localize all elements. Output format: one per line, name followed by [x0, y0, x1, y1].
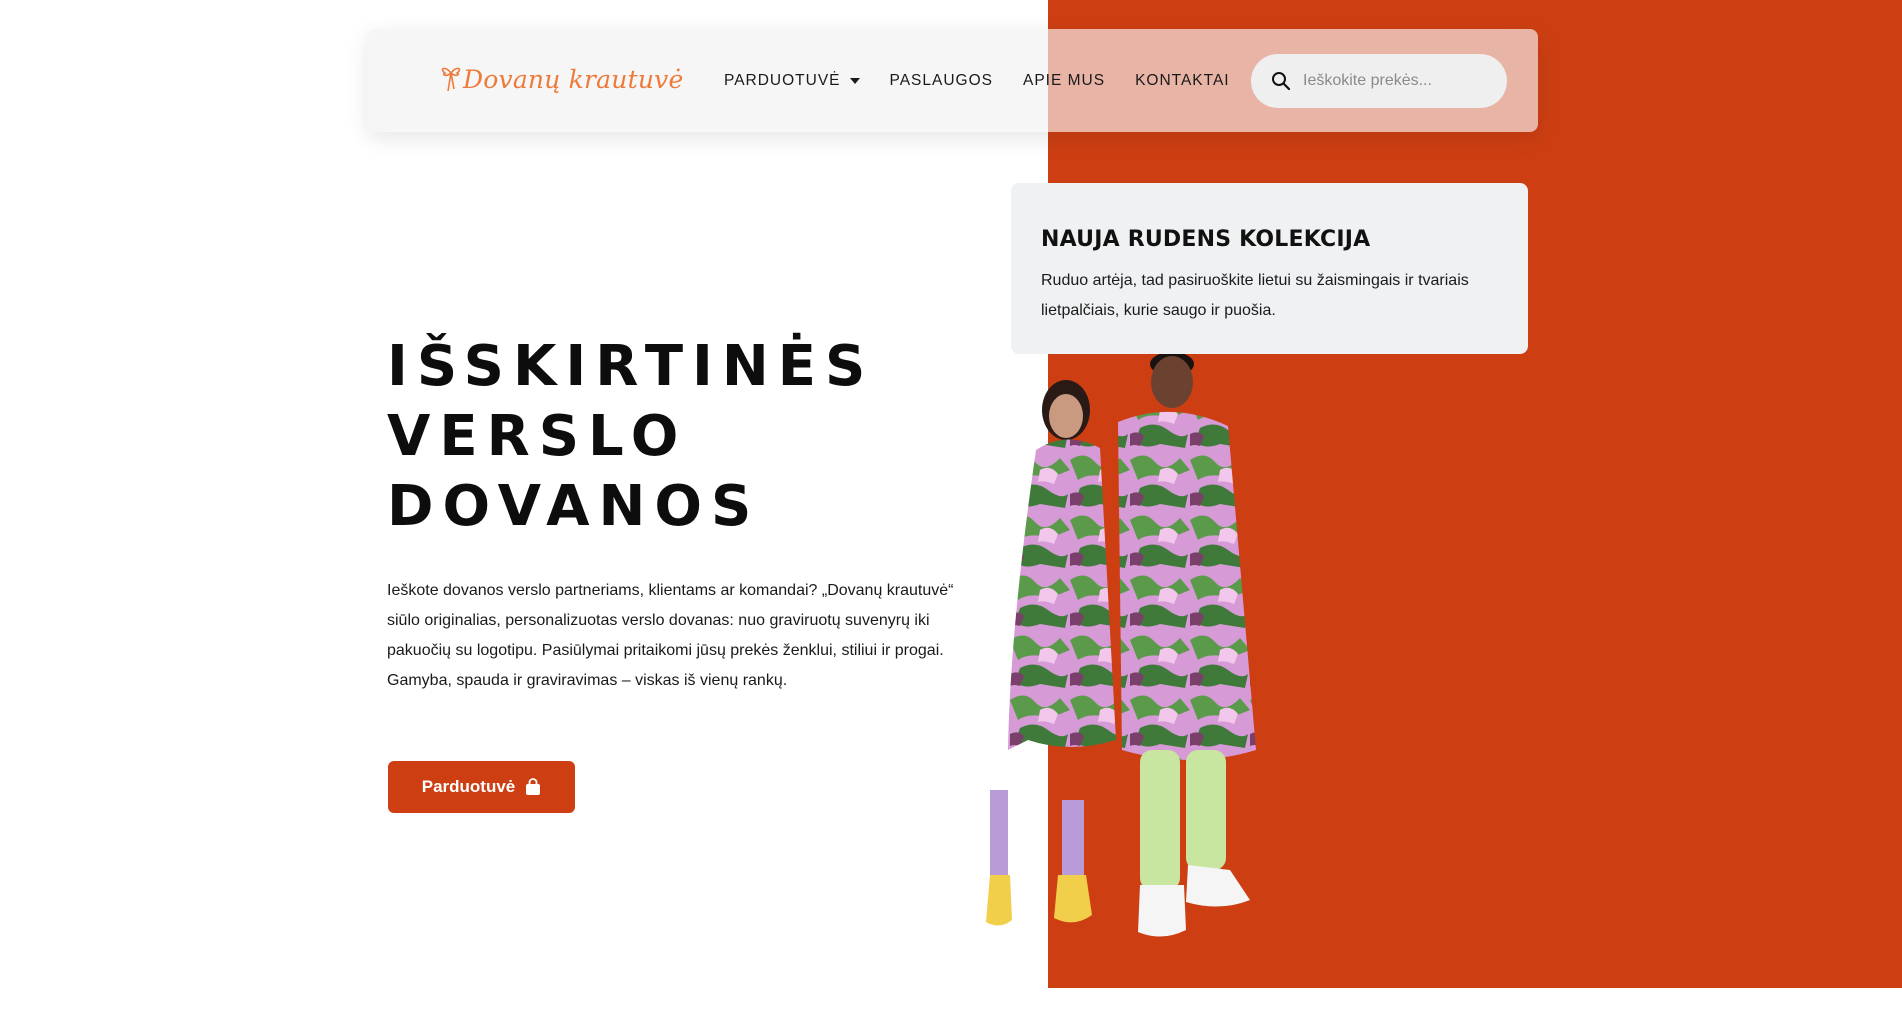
site-header: Dovanų krautuvė PARDUOTUVĖ PASLAUGOS API… [367, 29, 1538, 132]
chevron-down-icon [849, 77, 860, 84]
nav-item-apie-mus[interactable]: APIE MUS [1023, 72, 1105, 90]
hero-description: Ieškote dovanos verslo partneriams, klie… [387, 576, 962, 696]
hero-title-line: VERSLO [387, 404, 688, 469]
search-icon[interactable] [1271, 71, 1291, 91]
hero-title-line: DOVANOS [387, 474, 761, 539]
nav-item-label: PARDUOTUVĖ [724, 71, 841, 89]
logo-text: Dovanų krautuvė [463, 64, 684, 94]
promo-card: NAUJA RUDENS KOLEKCIJA Ruduo artėja, tad… [1011, 183, 1528, 354]
shop-button[interactable]: Parduotuvė [388, 761, 575, 813]
promo-card-title: NAUJA RUDENS KOLEKCIJA [1041, 227, 1371, 252]
main-nav: PARDUOTUVĖ PASLAUGOS APIE MUS KONTAKTAI [724, 29, 1260, 132]
hero-description-line: Gamyba, spauda ir graviravimas – viskas … [387, 672, 788, 689]
site-logo[interactable]: Dovanų krautuvė [439, 59, 683, 99]
promo-card-text-line: lietpalčiais, kurie saugo ir puošia. [1041, 302, 1276, 319]
shopping-bag-icon [526, 778, 541, 795]
hero-description-line: pakuočių su logotipu. Pasiūlymai pritaik… [387, 642, 944, 659]
promo-card-text-line: Ruduo artėja, tad pasiruoškite lietui su… [1041, 272, 1469, 289]
shop-button-label: Parduotuvė [421, 777, 516, 796]
raincoat-models-image [986, 352, 1256, 937]
nav-item-kontaktai[interactable]: KONTAKTAI [1135, 72, 1230, 90]
hero-title: IŠSKIRTINĖS VERSLO DOVANOS [387, 332, 947, 542]
nav-item-parduotuve[interactable]: PARDUOTUVĖ [724, 72, 860, 90]
promo-card-text: Ruduo artėja, tad pasiruoškite lietui su… [1041, 266, 1491, 326]
hero-description-line: siūlo originalias, personalizuotas versl… [387, 612, 930, 629]
nav-item-paslaugos[interactable]: PASLAUGOS [890, 72, 993, 90]
hero-title-line: IŠSKIRTINĖS [387, 334, 875, 399]
gift-bow-icon [441, 67, 461, 92]
search-box [1251, 54, 1507, 108]
search-input[interactable] [1301, 71, 1485, 91]
hero-description-line: Ieškote dovanos verslo partneriams, klie… [387, 582, 954, 599]
